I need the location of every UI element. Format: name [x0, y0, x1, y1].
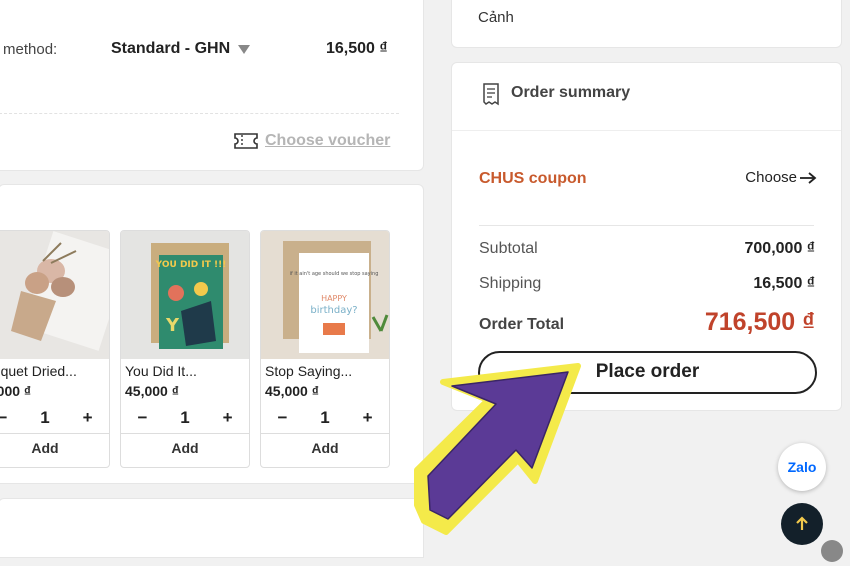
product-price: 0,000 ₫	[0, 383, 32, 399]
quantity-value: 1	[180, 408, 190, 427]
card-art-text: HAPPY	[321, 294, 347, 303]
bottom-card	[0, 498, 424, 558]
decrease-button[interactable]: −	[137, 408, 147, 428]
order-summary-title: Order summary	[511, 84, 631, 101]
product-card[interactable]: YOU DID IT !!! Y You Did It... 45,000 ₫ …	[120, 230, 250, 468]
divider	[479, 225, 814, 226]
product-name: You Did It...	[125, 363, 197, 379]
decrease-button[interactable]: −	[277, 408, 287, 428]
shipping-method-dropdown[interactable]: Standard - GHN	[111, 40, 251, 58]
add-to-cart-button[interactable]: Add	[261, 433, 389, 463]
decrease-button[interactable]: −	[0, 408, 7, 428]
card-art-text: YOU DID IT !!!	[155, 260, 227, 270]
choose-coupon-link[interactable]: Choose	[745, 169, 817, 186]
product-image	[0, 231, 109, 359]
zalo-chat-button[interactable]: Zalo	[778, 443, 826, 491]
choose-voucher-link[interactable]: Choose voucher	[233, 132, 390, 150]
receipt-icon	[483, 83, 499, 106]
add-to-cart-button[interactable]: Add	[121, 433, 249, 463]
product-price: 45,000 ₫	[265, 383, 319, 399]
order-summary-card: Order summary CHUS coupon Choose Subtota…	[451, 62, 842, 411]
product-image: YOU DID IT !!! Y	[121, 231, 249, 359]
zalo-label: Zalo	[787, 459, 817, 475]
subtotal-value: 700,000 ₫	[744, 240, 816, 257]
product-price: 45,000 ₫	[125, 383, 179, 399]
suggested-products-card: ouquet Dried... 0,000 ₫ − 1 + Add YOU DI…	[0, 184, 424, 484]
shipping-method-label: method:	[3, 41, 58, 58]
arrow-right-icon	[800, 171, 817, 184]
increase-button[interactable]: +	[83, 408, 93, 428]
card-art-text: if it ain't age should we stop saying	[290, 271, 379, 277]
product-name: ouquet Dried...	[0, 363, 77, 379]
product-card[interactable]: if it ain't age should we stop saying HA…	[260, 230, 390, 468]
ticket-icon	[234, 133, 258, 149]
product-card[interactable]: ouquet Dried... 0,000 ₫ − 1 + Add	[0, 230, 110, 468]
divider	[0, 113, 399, 114]
quantity-value: 1	[40, 408, 50, 427]
card-art-text: birthday?	[310, 305, 357, 316]
product-image: if it ain't age should we stop saying HA…	[261, 231, 389, 359]
shipping-fee: 16,500 ₫	[326, 40, 388, 57]
shipping-method-value: Standard - GHN	[111, 40, 231, 57]
address-card: Cảnh	[451, 0, 842, 48]
add-to-cart-button[interactable]: Add	[0, 433, 109, 463]
choose-coupon-label: Choose	[745, 169, 797, 186]
product-name: Stop Saying...	[265, 363, 353, 379]
shipping-value: 16,500 ₫	[753, 275, 815, 292]
quantity-stepper: − 1 +	[261, 403, 389, 433]
shipping-label: Shipping	[479, 275, 542, 292]
address-text: Cảnh	[478, 9, 514, 26]
quantity-stepper: − 1 +	[121, 403, 249, 433]
subtotal-label: Subtotal	[479, 240, 538, 257]
choose-voucher-label: Choose voucher	[265, 132, 391, 149]
coupon-label: CHUS coupon	[479, 170, 587, 187]
increase-button[interactable]: +	[363, 408, 373, 428]
order-total-label: Order Total	[479, 316, 565, 333]
svg-text:Y: Y	[165, 315, 180, 336]
quantity-stepper: − 1 +	[0, 403, 109, 433]
place-order-button[interactable]: Place order	[478, 351, 817, 394]
shipping-card: method: Standard - GHN 16,500 ₫ Choose v…	[0, 0, 424, 171]
quantity-value: 1	[320, 408, 330, 427]
order-total-value: 716,500 ₫	[704, 308, 815, 336]
caret-down-icon	[238, 45, 251, 54]
scroll-to-top-button[interactable]	[781, 503, 823, 545]
order-summary-header: Order summary	[452, 63, 841, 131]
grey-dot	[821, 540, 843, 562]
arrow-up-icon	[796, 516, 808, 530]
increase-button[interactable]: +	[223, 408, 233, 428]
